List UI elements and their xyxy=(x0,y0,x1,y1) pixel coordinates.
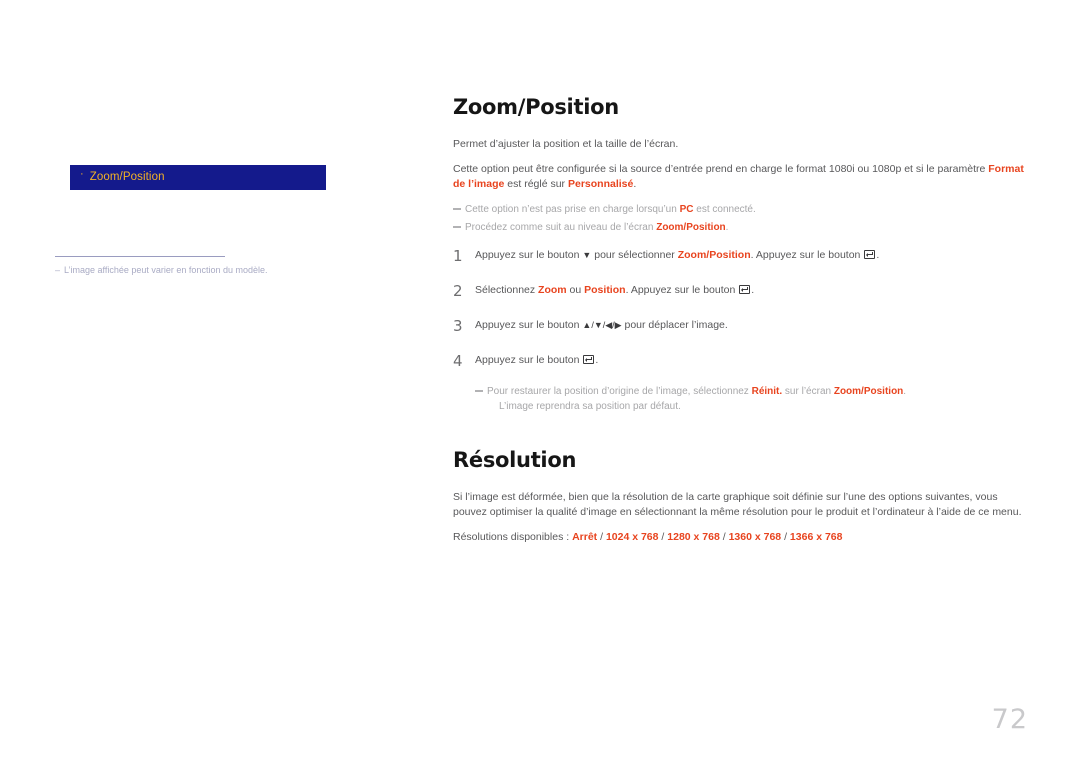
resolution-separator: / xyxy=(597,530,606,543)
sidebar-item-zoom-position[interactable]: · Zoom/Position xyxy=(70,165,326,190)
dash-icon: – xyxy=(55,265,61,275)
intro-paragraph: Permet d’ajuster la position et la taill… xyxy=(453,138,679,150)
note-procedure: Procédez comme suit au niveau de l’écran… xyxy=(453,220,1025,235)
config-part3: . xyxy=(633,178,637,190)
enter-button-icon xyxy=(583,354,595,364)
step2-part2: ou xyxy=(566,283,585,296)
step-4: 4 Appuyez sur le bouton . xyxy=(453,353,1025,368)
resolution-separator: / xyxy=(719,530,729,543)
step1-part3: . Appuyez sur le bouton xyxy=(750,248,864,261)
resolutions-label: Résolutions disponibles : xyxy=(453,530,573,543)
step1-part1: Appuyez sur le bouton xyxy=(475,248,583,261)
step-text: Sélectionnez Zoom ou Position. Appuyez s… xyxy=(475,283,1025,298)
step1-highlight-zoom-position: Zoom/Position xyxy=(677,248,751,261)
bullet-icon: · xyxy=(80,168,84,180)
step2-part1: Sélectionnez xyxy=(475,283,539,296)
step-text: Appuyez sur le bouton . xyxy=(475,353,1025,368)
step4-part2: . xyxy=(595,353,599,366)
arrow-down-icon: ▼ xyxy=(582,249,592,260)
resolution-option: 1024 x 768 xyxy=(605,530,659,543)
note-text: Pour restaurer la position d’origine de … xyxy=(487,384,1025,414)
note-highlight-pc: PC xyxy=(679,203,694,215)
step2-highlight-position: Position xyxy=(584,283,626,296)
step2-part4: . xyxy=(751,283,755,296)
resolution-option: 1366 x 768 xyxy=(789,530,843,543)
step-number: 4 xyxy=(453,351,463,370)
step3-part1: Appuyez sur le bouton xyxy=(475,318,583,331)
resolution-option: 1280 x 768 xyxy=(667,530,720,543)
resolution-paragraph: Si l’image est déformée, bien que la rés… xyxy=(453,490,1022,519)
note-reset-position: Pour restaurer la position d’origine de … xyxy=(475,384,1025,414)
steps-list: 1 Appuyez sur le bouton ▼ pour sélection… xyxy=(453,248,1025,368)
step-1: 1 Appuyez sur le bouton ▼ pour sélection… xyxy=(453,248,1025,263)
final-note-part2: sur l’écran xyxy=(782,385,834,397)
config-highlight-personnalise: Personnalisé xyxy=(567,178,634,190)
step3-part2: pour déplacer l’image. xyxy=(621,318,728,331)
step-3: 3 Appuyez sur le bouton ▲/▼/◀/▶ pour dép… xyxy=(453,318,1025,333)
resolution-option: 1360 x 768 xyxy=(728,530,782,543)
enter-button-icon xyxy=(864,249,876,259)
page-number: 72 xyxy=(991,704,1028,735)
sidebar-footnote-text: L’image affichée peut varier en fonction… xyxy=(64,265,268,275)
sidebar-item-label: Zoom/Position xyxy=(89,171,165,183)
dash-icon xyxy=(453,225,461,228)
step-2: 2 Sélectionnez Zoom ou Position. Appuyez… xyxy=(453,283,1025,298)
enter-button-icon xyxy=(739,284,751,294)
resolution-options-list: Arrêt / 1024 x 768 / 1280 x 768 / 1360 x… xyxy=(572,531,842,543)
step4-part1: Appuyez sur le bouton xyxy=(475,353,583,366)
step-number: 1 xyxy=(453,246,463,265)
final-note-highlight-zoom-position: Zoom/Position xyxy=(833,385,904,397)
page-title-zoom-position: Zoom/Position xyxy=(453,95,619,119)
main-content: Zoom/Position Permet d’ajuster la positi… xyxy=(453,95,1025,554)
note-part1: Procédez comme suit au niveau de l’écran xyxy=(465,221,657,233)
note-text: Procédez comme suit au niveau de l’écran… xyxy=(465,220,1025,235)
step-number: 3 xyxy=(453,316,463,335)
resolution-separator: / xyxy=(781,530,790,543)
page-title-resolution: Résolution xyxy=(453,447,577,472)
dash-icon xyxy=(453,207,461,210)
step1-part4: . xyxy=(876,248,880,261)
sidebar-divider xyxy=(55,256,225,257)
config-part1: Cette option peut être configurée si la … xyxy=(453,162,989,175)
note-part2: . xyxy=(725,221,729,233)
step-text: Appuyez sur le bouton ▼ pour sélectionne… xyxy=(475,248,1025,263)
step2-part3: . Appuyez sur le bouton xyxy=(625,283,739,296)
step1-part2: pour sélectionner xyxy=(591,248,678,261)
note-text: Cette option n’est pas prise en charge l… xyxy=(465,202,1025,217)
resolution-option: Arrêt xyxy=(572,530,598,543)
note-pc-connected: Cette option n’est pas prise en charge l… xyxy=(453,202,1025,217)
resolution-separator: / xyxy=(658,530,668,543)
config-paragraph: Cette option peut être configurée si la … xyxy=(453,162,1025,193)
dash-icon xyxy=(475,389,483,392)
config-part2: est réglé sur xyxy=(504,178,568,190)
final-note-part1: Pour restaurer la position d’origine de … xyxy=(487,385,752,397)
step-text: Appuyez sur le bouton ▲/▼/◀/▶ pour dépla… xyxy=(475,318,1025,333)
direction-arrows-icon: ▲/▼/◀/▶ xyxy=(582,319,622,330)
note-part2: est connecté. xyxy=(693,203,756,215)
resolution-options-line: Résolutions disponibles : Arrêt / 1024 x… xyxy=(453,530,1025,546)
step2-highlight-zoom: Zoom xyxy=(538,283,567,296)
final-note-part3: . xyxy=(903,385,907,397)
sidebar-footnote: – L’image affichée peut varier en foncti… xyxy=(55,263,355,277)
final-note-line2: L’image reprendra sa position par défaut… xyxy=(499,400,681,412)
sidebar-nav: · Zoom/Position xyxy=(70,165,326,190)
note-highlight-zoom-position: Zoom/Position xyxy=(656,221,726,233)
final-note-highlight-reinit: Réinit. xyxy=(751,385,783,397)
note-part1: Cette option n’est pas prise en charge l… xyxy=(465,203,680,215)
step-number: 2 xyxy=(453,281,463,300)
